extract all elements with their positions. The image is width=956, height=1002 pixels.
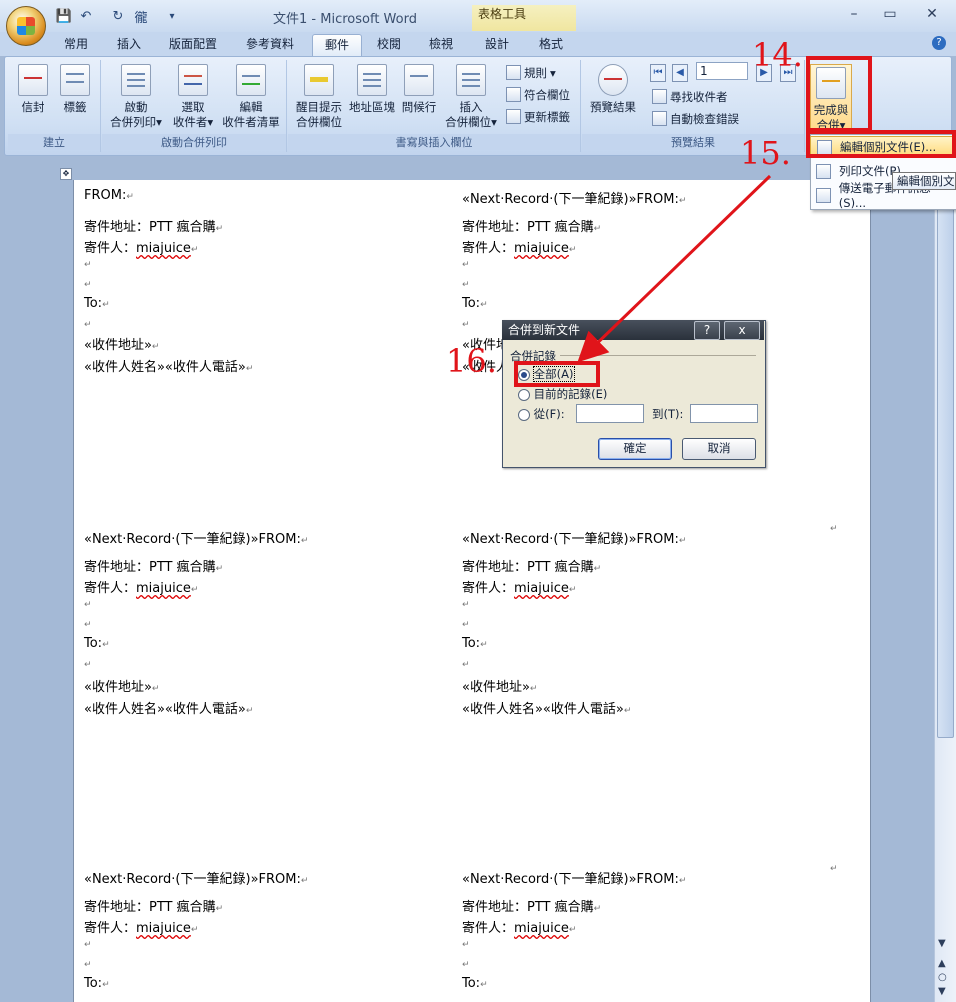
annotation-arrow xyxy=(577,174,772,363)
office-button[interactable] xyxy=(6,6,46,46)
office-logo-icon xyxy=(17,17,35,35)
